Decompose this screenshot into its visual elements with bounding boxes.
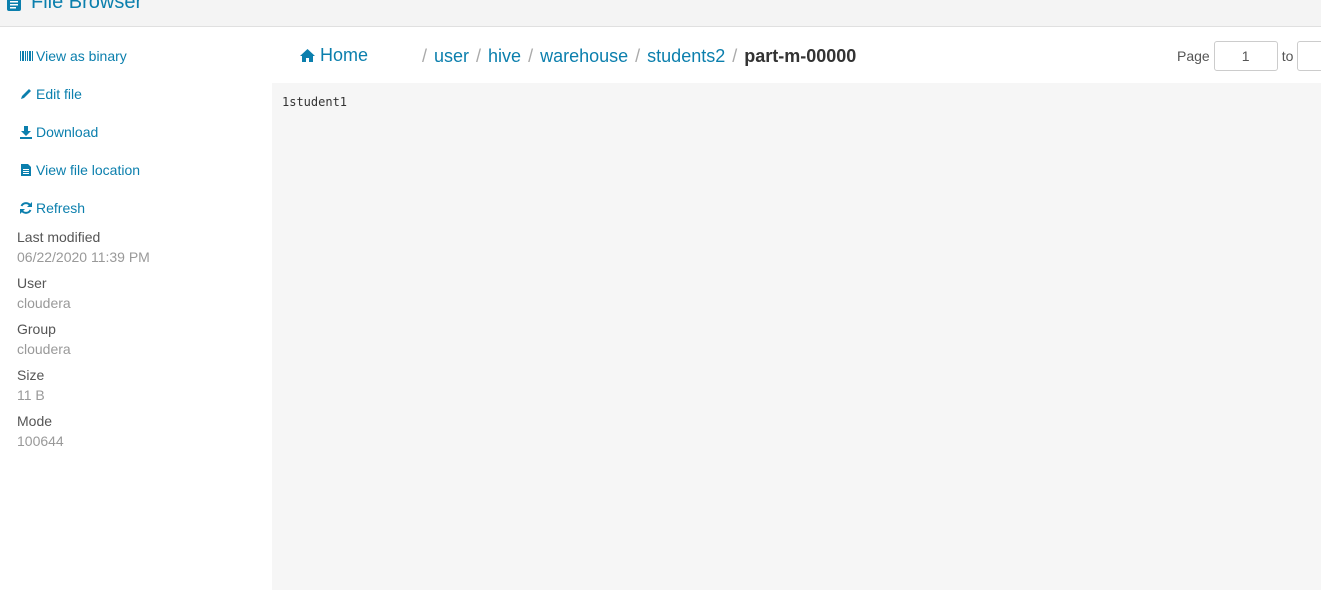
edit-file-label: Edit file xyxy=(36,86,82,102)
app-title: File Browser xyxy=(31,0,143,13)
breadcrumb-separator: / xyxy=(476,46,482,66)
refresh-icon xyxy=(20,202,32,214)
breadcrumb-path: / user / hive / warehouse / students2 / part-m-00… xyxy=(422,46,856,67)
breadcrumb-separator: / xyxy=(732,46,738,66)
breadcrumb-segment-students2[interactable]: students2 xyxy=(647,46,725,66)
breadcrumb-segment-warehouse[interactable]: warehouse xyxy=(540,46,628,66)
page-end-input[interactable] xyxy=(1297,41,1321,71)
breadcrumb-current-file: part-m-00000 xyxy=(744,46,857,66)
view-file-location-label: View file location xyxy=(36,162,141,178)
breadcrumb-separator: / xyxy=(635,46,641,66)
top-header: File Browser xyxy=(0,0,1321,27)
to-label: to xyxy=(1281,48,1294,64)
file-browser-app: File Browser View as binary Edit file Do… xyxy=(0,0,1321,590)
pager: Page to xyxy=(1177,41,1321,71)
property-value: 11 B xyxy=(17,387,45,403)
property-label: Mode xyxy=(17,413,53,429)
last-modified-property: Last modified 06/22/2020 11:39 PM xyxy=(17,227,150,267)
file-content-viewer: 1student1 xyxy=(272,83,1321,590)
home-icon xyxy=(300,49,315,62)
property-value: 06/22/2020 11:39 PM xyxy=(17,249,150,265)
property-label: Size xyxy=(17,367,45,383)
download-button[interactable]: Download xyxy=(19,124,98,140)
property-value: cloudera xyxy=(17,341,71,357)
property-value: cloudera xyxy=(17,295,71,311)
download-label: Download xyxy=(36,124,99,140)
breadcrumb-segment-hive[interactable]: hive xyxy=(488,46,521,66)
page-start-input[interactable] xyxy=(1213,41,1278,71)
view-as-binary-label: View as binary xyxy=(36,48,127,64)
breadcrumb-segment-user[interactable]: user xyxy=(434,46,469,66)
mode-property: Mode 100644 xyxy=(17,411,64,451)
group-property: Group cloudera xyxy=(17,319,71,359)
breadcrumb-separator: / xyxy=(528,46,534,66)
pencil-icon xyxy=(21,89,31,99)
file-browser-icon xyxy=(7,0,21,11)
breadcrumb-home-label: Home xyxy=(320,45,369,65)
sidebar: View as binary Edit file Download View f… xyxy=(0,27,272,590)
breadcrumb-home-link[interactable]: Home xyxy=(299,45,368,66)
refresh-label: Refresh xyxy=(36,200,86,216)
size-property: Size 11 B xyxy=(17,365,45,405)
view-as-binary-button[interactable]: View as binary xyxy=(19,48,127,64)
property-value: 100644 xyxy=(17,433,64,449)
property-label: Group xyxy=(17,321,56,337)
edit-file-button[interactable]: Edit file xyxy=(19,86,82,102)
breadcrumb-separator: / xyxy=(422,46,428,66)
refresh-button[interactable]: Refresh xyxy=(19,200,85,216)
user-property: User cloudera xyxy=(17,273,71,313)
file-content: 1student1 xyxy=(282,95,348,109)
property-label: Last modified xyxy=(17,229,101,245)
page-label: Page xyxy=(1177,48,1210,64)
breadcrumb: Home / user / hive / warehouse / students2 / part… xyxy=(272,27,1321,83)
view-file-location-button[interactable]: View file location xyxy=(19,162,140,178)
file-icon xyxy=(21,164,31,176)
property-label: User xyxy=(17,275,47,291)
download-icon xyxy=(20,126,32,139)
binary-icon xyxy=(20,51,33,61)
